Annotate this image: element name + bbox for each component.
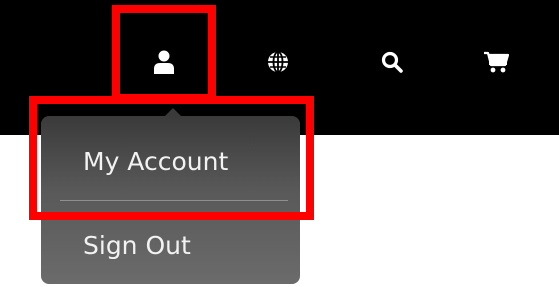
sign-out-label: Sign Out — [83, 230, 191, 260]
account-button[interactable] — [144, 42, 184, 82]
sign-out-menu-item[interactable]: Sign Out — [41, 214, 300, 276]
cart-icon — [484, 51, 509, 73]
cart-button[interactable] — [476, 42, 516, 82]
my-account-label: My Account — [83, 146, 229, 176]
my-account-menu-item[interactable]: My Account — [41, 130, 300, 192]
menu-divider — [60, 200, 288, 201]
top-navigation-bar — [0, 0, 559, 135]
user-icon — [154, 50, 174, 74]
globe-icon — [268, 51, 288, 73]
language-button[interactable] — [258, 42, 298, 82]
search-icon — [381, 51, 403, 73]
search-button[interactable] — [372, 42, 412, 82]
